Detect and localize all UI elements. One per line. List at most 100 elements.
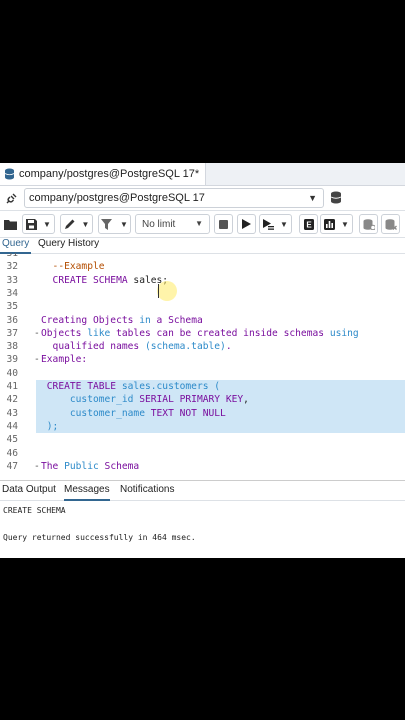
code-token: tables can be created inside schemas [110, 327, 330, 339]
code-token: customer_id [41, 394, 140, 406]
code-line[interactable]: 40 [0, 367, 405, 380]
line-number: 36 [6, 314, 18, 326]
code-text: The Public Schema [41, 460, 139, 473]
message-line: CREATE SCHEMA [3, 506, 66, 515]
tab-notifications[interactable]: Notifications [120, 484, 174, 499]
fold-marker[interactable]: - [34, 327, 40, 340]
query-tool-window: company/postgres@PostgreSQL 17* company/… [0, 163, 405, 558]
edit-button[interactable]: ▼ [60, 214, 93, 234]
code-token: using [329, 327, 359, 339]
code-token: sales.customers ( [121, 381, 221, 392]
sql-editor[interactable]: 31 32 --Example 33 CREATE SCHEMA sales; 34 3… [0, 253, 405, 479]
code-line[interactable]: 43 customer_name TEXT NOT NULL [0, 406, 405, 420]
code-line[interactable]: 39 - Example: [0, 353, 405, 366]
connection-value: company/postgres@PostgreSQL 17 [29, 192, 205, 204]
database-settings-icon[interactable] [330, 191, 344, 205]
stop-button[interactable] [214, 214, 233, 234]
code-text: Example: [41, 353, 87, 366]
code-line[interactable]: 36 Creating Objects in a Schema [0, 314, 405, 327]
code-token: SERIAL PRIMARY KEY [139, 394, 244, 406]
code-line[interactable]: 31 [0, 253, 405, 260]
code-token: Example: [41, 354, 88, 366]
line-number: 39 [6, 354, 18, 366]
code-line[interactable]: 45 [0, 433, 405, 446]
connection-bar: company/postgres@PostgreSQL 17 ▼ [0, 186, 405, 211]
selection-highlight [36, 419, 405, 434]
bar-chart-icon [324, 218, 336, 230]
code-token: in [139, 314, 151, 326]
line-number: 44 [6, 420, 18, 432]
code-token: CREATE TABLE [41, 381, 122, 392]
svg-text:E: E [306, 220, 312, 229]
line-number: 40 [6, 367, 18, 379]
code-text: Objects like tables can be created insid… [41, 327, 359, 340]
line-number: 35 [6, 301, 18, 313]
code-token: (schema.table) [144, 341, 226, 353]
rollback-button[interactable] [381, 214, 400, 234]
play-script-icon [263, 218, 275, 230]
plug-icon[interactable] [0, 192, 24, 204]
code-text: Creating Objects in a Schema [41, 314, 203, 327]
filter-button[interactable]: ▼ [98, 214, 131, 234]
query-document-tab[interactable]: company/postgres@PostgreSQL 17* [0, 163, 207, 185]
pointer-highlight [157, 281, 177, 301]
code-line[interactable]: 34 [0, 287, 405, 300]
code-line[interactable]: 32 --Example [0, 260, 405, 273]
open-file-button[interactable] [2, 214, 19, 234]
code-line[interactable]: 37 - Objects like tables can be created in… [0, 327, 405, 340]
code-line[interactable]: 38 qualified names (schema.table). [0, 340, 405, 353]
code-line[interactable]: 44 ); [0, 419, 405, 434]
line-number: 45 [6, 434, 18, 446]
fold-marker[interactable]: - [34, 353, 40, 366]
line-number: 31 [6, 253, 18, 259]
code-line[interactable]: 41 CREATE TABLE sales.customers ( [0, 380, 405, 394]
code-line[interactable]: 35 [0, 300, 405, 313]
code-text: CREATE TABLE sales.customers ( [41, 380, 220, 393]
code-token: --Example [41, 261, 105, 273]
line-number: 37 [6, 327, 18, 339]
code-text: customer_id SERIAL PRIMARY KEY, [41, 393, 249, 406]
code-token: ); [41, 420, 59, 432]
commit-button[interactable] [359, 214, 378, 234]
code-line[interactable]: 33 CREATE SCHEMA sales; [0, 274, 405, 287]
tab-messages[interactable]: Messages [64, 484, 110, 501]
pencil-icon [64, 219, 75, 229]
tab-query-history[interactable]: Query History [36, 238, 101, 252]
code-text: CREATE SCHEMA sales; [41, 274, 169, 287]
tab-title: company/postgres@PostgreSQL 17* [19, 168, 200, 180]
line-number: 32 [6, 261, 18, 273]
query-tabs: Query Query History [0, 238, 405, 254]
code-token: like [87, 327, 111, 339]
explain-icon: E [303, 218, 314, 230]
row-limit-value: No limit [142, 218, 176, 230]
chevron-down-icon: ▼ [195, 219, 203, 228]
save-button[interactable]: ▼ [22, 214, 55, 234]
folder-icon [4, 219, 17, 230]
message-line: Query returned successfully in 464 msec. [3, 533, 196, 542]
code-token: Objects [41, 327, 88, 339]
code-token: Creating Objects [41, 314, 140, 326]
code-line[interactable]: 42 customer_id SERIAL PRIMARY KEY, [0, 393, 405, 407]
code-line[interactable]: 46 [0, 447, 405, 460]
tab-query[interactable]: Query [0, 238, 32, 254]
code-token: Schema [98, 460, 140, 472]
line-number: 38 [6, 341, 18, 353]
document-tab-bar: company/postgres@PostgreSQL 17* [0, 163, 405, 186]
save-icon [26, 218, 38, 230]
explain-analyze-button[interactable]: ▼ [320, 214, 353, 234]
explain-button[interactable]: E [299, 214, 318, 234]
code-token: . [225, 341, 232, 353]
chevron-down-icon: ▼ [280, 219, 288, 229]
line-number: 43 [6, 407, 18, 419]
connection-select[interactable]: company/postgres@PostgreSQL 17 ▼ [24, 188, 324, 208]
code-text: --Example [41, 260, 105, 273]
row-limit-select[interactable]: No limit ▼ [135, 214, 210, 234]
tab-data-output[interactable]: Data Output [2, 484, 56, 499]
fold-marker[interactable]: - [34, 460, 40, 473]
code-line[interactable]: 47 - The Public Schema [0, 460, 405, 473]
line-number: 33 [6, 274, 18, 286]
execute-script-button[interactable]: ▼ [259, 214, 292, 234]
execute-button[interactable] [237, 214, 256, 234]
code-token: Public [64, 460, 99, 472]
code-text: ); [41, 420, 59, 433]
